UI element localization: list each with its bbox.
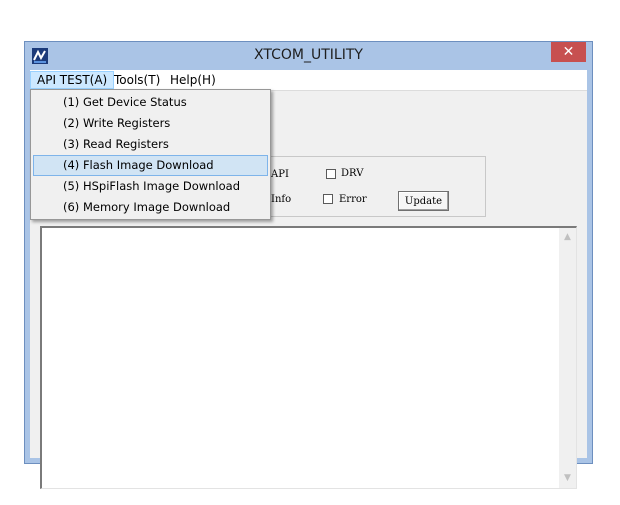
log-output-area[interactable]: ▲ ▼ bbox=[40, 226, 577, 489]
close-button[interactable]: ✕ bbox=[551, 42, 586, 62]
scroll-down-icon[interactable]: ▼ bbox=[562, 473, 573, 484]
vertical-scrollbar[interactable]: ▲ ▼ bbox=[559, 228, 576, 488]
menu-item-write-registers[interactable]: (2) Write Registers bbox=[33, 113, 268, 134]
error-label: Error bbox=[339, 194, 367, 205]
close-icon: ✕ bbox=[562, 44, 575, 60]
menu-item-flash-image-download[interactable]: (4) Flash Image Download bbox=[33, 155, 268, 176]
title-bar[interactable]: XTCOM_UTILITY ✕ bbox=[25, 42, 592, 69]
menu-tools[interactable]: Tools(T) bbox=[108, 71, 166, 89]
api-test-menu: (1) Get Device Status (2) Write Register… bbox=[30, 89, 271, 220]
scroll-up-icon[interactable]: ▲ bbox=[562, 232, 573, 243]
error-checkbox[interactable] bbox=[323, 194, 333, 204]
menu-bar: API TEST(A) Tools(T) Help(H) bbox=[30, 70, 587, 91]
update-button[interactable]: Update bbox=[398, 191, 449, 211]
menu-item-get-device-status[interactable]: (1) Get Device Status bbox=[33, 92, 268, 113]
menu-item-memory-image-download[interactable]: (6) Memory Image Download bbox=[33, 197, 268, 218]
info-label: Info bbox=[271, 194, 292, 205]
drv-label: DRV bbox=[341, 168, 364, 179]
menu-api-test[interactable]: API TEST(A) bbox=[30, 71, 115, 89]
api-label: API bbox=[271, 169, 289, 180]
menu-item-read-registers[interactable]: (3) Read Registers bbox=[33, 134, 268, 155]
window-title: XTCOM_UTILITY bbox=[254, 47, 363, 63]
log-options-group bbox=[262, 156, 486, 217]
menu-item-hspiflash-image-download[interactable]: (5) HSpiFlash Image Download bbox=[33, 176, 268, 197]
menu-help[interactable]: Help(H) bbox=[164, 71, 222, 89]
drv-checkbox[interactable] bbox=[326, 169, 336, 179]
